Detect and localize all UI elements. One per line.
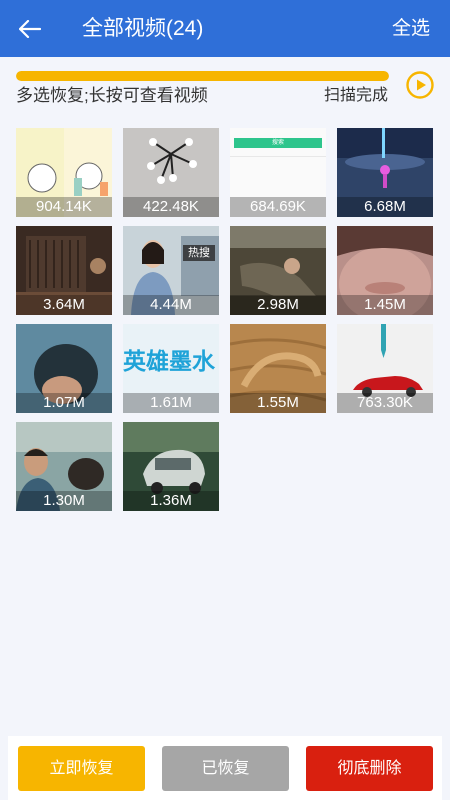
page-title: 全部视频(24): [82, 17, 204, 40]
video-item[interactable]: 1.07M: [16, 324, 112, 413]
file-size-label: 1.55M: [230, 393, 326, 413]
file-size-label: 1.61M: [123, 393, 219, 413]
top-app-bar: 全部视频(24) 全选: [0, 0, 450, 57]
delete-permanently-button[interactable]: 彻底删除: [306, 746, 433, 791]
play-circle-icon[interactable]: [405, 70, 435, 100]
action-bar: 立即恢复 已恢复 彻底删除: [8, 736, 442, 800]
file-size-label: 1.07M: [16, 393, 112, 413]
scan-progress-fill: [16, 71, 389, 81]
video-item[interactable]: 763.30K: [337, 324, 433, 413]
file-size-label: 3.64M: [16, 295, 112, 315]
arrow-left-icon: [19, 20, 41, 38]
scan-hint: 多选恢复;长按可查看视频: [16, 86, 208, 105]
file-size-label: 422.48K: [123, 197, 219, 217]
thumbnail-caption: 英雄墨水: [123, 348, 215, 374]
video-item[interactable]: 904.14K: [16, 128, 112, 217]
scan-status: 扫描完成: [323, 87, 388, 104]
thumbnail-tag: 热搜: [183, 245, 215, 261]
file-size-label: 6.68M: [337, 197, 433, 217]
file-size-label: 763.30K: [337, 393, 433, 413]
video-item[interactable]: 1.45M: [337, 226, 433, 315]
video-item[interactable]: 英雄墨水 1.61M: [123, 324, 219, 413]
file-size-label: 1.30M: [16, 491, 112, 511]
video-item[interactable]: 热搜 4.44M: [123, 226, 219, 315]
file-size-label: 684.69K: [230, 197, 326, 217]
video-item[interactable]: 1.36M: [123, 422, 219, 511]
video-item[interactable]: 搜索 684.69K: [230, 128, 326, 217]
file-size-label: 1.36M: [123, 491, 219, 511]
scan-progress-bar: [16, 71, 389, 81]
video-item[interactable]: 1.30M: [16, 422, 112, 511]
video-item[interactable]: 422.48K: [123, 128, 219, 217]
file-size-label: 2.98M: [230, 295, 326, 315]
video-item[interactable]: 2.98M: [230, 226, 326, 315]
thumbnail-caption: 搜索: [234, 138, 322, 148]
video-item[interactable]: 6.68M: [337, 128, 433, 217]
video-item[interactable]: 3.64M: [16, 226, 112, 315]
recover-now-button[interactable]: 立即恢复: [18, 746, 145, 791]
select-all-button[interactable]: 全选: [392, 15, 430, 43]
recovered-button[interactable]: 已恢复: [162, 746, 289, 791]
back-button[interactable]: [12, 12, 48, 46]
file-size-label: 904.14K: [16, 197, 112, 217]
file-size-label: 4.44M: [123, 295, 219, 315]
file-size-label: 1.45M: [337, 295, 433, 315]
video-item[interactable]: 1.55M: [230, 324, 326, 413]
